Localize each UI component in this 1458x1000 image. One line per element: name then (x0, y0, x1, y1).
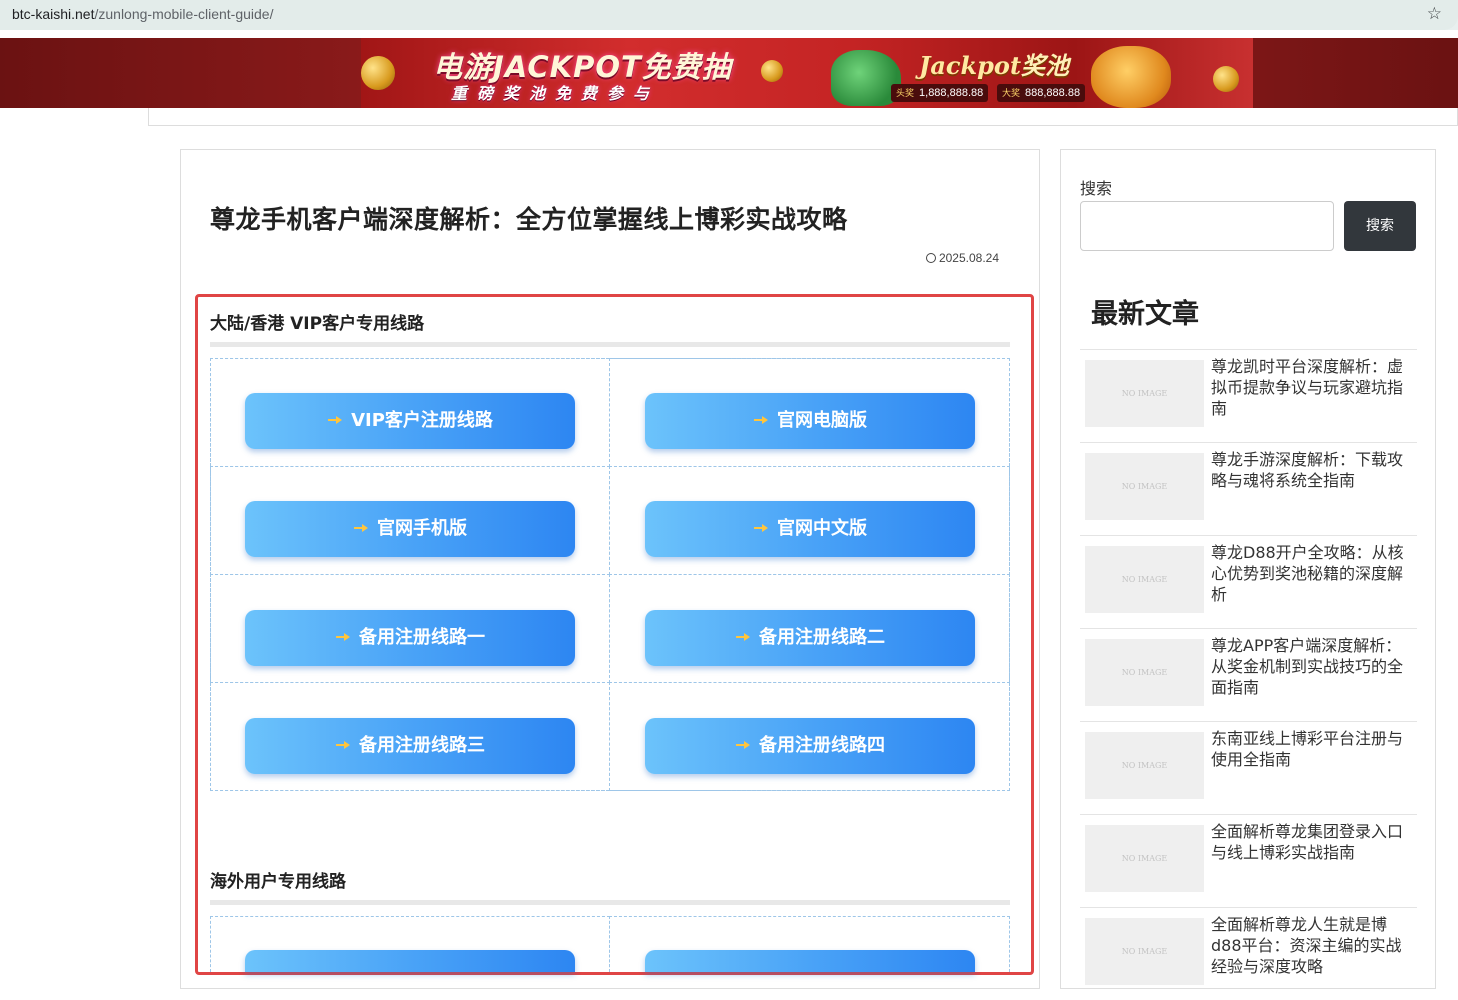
browser-address-bar[interactable]: btc-kaishi.net/zunlong-mobile-client-gui… (0, 0, 1458, 30)
vip-register-button[interactable]: VIP客户注册线路 (245, 393, 575, 449)
jackpot-cn-label: 奖池 (1021, 51, 1070, 80)
search-input[interactable] (1080, 201, 1334, 251)
post-title-link[interactable]: 东南亚线上博彩平台注册与使用全指南 (1211, 728, 1411, 770)
recent-post-item[interactable]: NO IMAGE 尊龙凯时平台深度解析：虚拟币提款争议与玩家避坑指南 (1080, 349, 1417, 442)
mobile-site-button[interactable]: 官网手机版 (245, 501, 575, 557)
post-thumbnail[interactable]: NO IMAGE (1085, 453, 1204, 520)
jackpot-logo: Jackpot奖池 (919, 46, 1069, 81)
post-title-link[interactable]: 尊龙凯时平台深度解析：虚拟币提款争议与玩家避坑指南 (1211, 356, 1411, 419)
pool-tag: 头奖 (896, 88, 915, 98)
star-icon[interactable]: ☆ (1427, 4, 1442, 24)
backup-line-4-button[interactable]: 备用注册线路四 (645, 718, 975, 774)
banner-subtitle: 重磅奖池免费参与 (451, 84, 660, 103)
overseas-link-button[interactable] (245, 950, 575, 972)
jackpot-label: Jackpot (919, 51, 1022, 80)
promo-banner-image[interactable]: 电游JACKPOT免费抽 重磅奖池免费参与 Jackpot奖池 头奖 1,888,… (361, 38, 1253, 108)
recent-posts-heading: 最新文章 (1091, 299, 1199, 330)
button-label: 官网手机版 (377, 518, 467, 539)
recent-post-item[interactable]: NO IMAGE 尊龙手游深度解析：下载攻略与魂将系统全指南 (1080, 442, 1417, 535)
button-label: 备用注册线路四 (759, 735, 885, 756)
button-label: 官网电脑版 (777, 410, 867, 431)
post-thumbnail[interactable]: NO IMAGE (1085, 732, 1204, 799)
section-title-overseas: 海外用户专用线路 (210, 872, 346, 892)
pointing-hand-icon (328, 416, 343, 424)
jackpot-pool-1: 头奖 1,888,888.88 (891, 84, 989, 102)
promo-banner[interactable]: 电游JACKPOT免费抽 重磅奖池免费参与 Jackpot奖池 头奖 1,888,… (0, 38, 1458, 108)
recent-post-item[interactable]: NO IMAGE 全面解析尊龙集团登录入口与线上博彩实战指南 (1080, 814, 1417, 907)
recent-post-item[interactable]: NO IMAGE 尊龙APP客户端深度解析：从奖金机制到实战技巧的全面指南 (1080, 628, 1417, 721)
overseas-link-button[interactable] (645, 950, 975, 972)
url-path: /zunlong-mobile-client-guide/ (94, 6, 274, 22)
pointing-hand-icon (754, 524, 768, 532)
post-title-link[interactable]: 全面解析尊龙集团登录入口与线上博彩实战指南 (1211, 821, 1411, 863)
article-date: 2025.08.24 (925, 251, 999, 265)
url-text[interactable]: btc-kaishi.net/zunlong-mobile-client-gui… (12, 6, 273, 22)
post-thumbnail[interactable]: NO IMAGE (1085, 360, 1204, 427)
pointing-hand-icon (354, 524, 368, 532)
nav-bar-remnant (148, 108, 1458, 126)
backup-line-2-button[interactable]: 备用注册线路二 (645, 610, 975, 666)
coin-decoration (761, 60, 783, 82)
post-thumbnail[interactable]: NO IMAGE (1085, 825, 1204, 892)
pointing-hand-icon (736, 633, 750, 641)
pointing-hand-icon (754, 416, 768, 424)
section-divider (210, 900, 1010, 905)
coin-decoration (1213, 66, 1239, 92)
recent-post-item[interactable]: NO IMAGE 东南亚线上博彩平台注册与使用全指南 (1080, 721, 1417, 814)
pool-value: 888,888.88 (1025, 87, 1081, 99)
button-label: 官网中文版 (777, 518, 867, 539)
section-divider (210, 342, 1010, 347)
pointing-hand-icon (336, 633, 350, 641)
post-title-link[interactable]: 全面解析尊龙人生就是博d88平台：资深主编的实战经验与深度攻略 (1211, 914, 1411, 977)
pointing-hand-icon (736, 741, 750, 749)
recent-post-item[interactable]: NO IMAGE 全面解析尊龙人生就是博d88平台：资深主编的实战经验与深度攻略 (1080, 907, 1417, 1000)
search-label: 搜索 (1080, 179, 1113, 198)
jackpot-pool-2: 大奖 888,888.88 (997, 84, 1086, 102)
button-label: VIP客户注册线路 (351, 410, 493, 431)
article-date-text: 2025.08.24 (938, 251, 999, 265)
sidebar: 搜索 搜索 最新文章 NO IMAGE 尊龙凯时平台深度解析：虚拟币提款争议与玩… (1060, 149, 1436, 989)
coin-decoration (361, 56, 395, 90)
desktop-site-button[interactable]: 官网电脑版 (645, 393, 975, 449)
pool-value: 1,888,888.88 (919, 87, 984, 99)
post-title-link[interactable]: 尊龙APP客户端深度解析：从奖金机制到实战技巧的全面指南 (1211, 635, 1411, 698)
post-thumbnail[interactable]: NO IMAGE (1085, 639, 1204, 706)
button-label: 备用注册线路一 (359, 627, 485, 648)
url-host: btc-kaishi.net (12, 6, 95, 22)
article-title: 尊龙手机客户端深度解析：全方位掌握线上博彩实战攻略 (210, 205, 848, 234)
button-label: 备用注册线路二 (759, 627, 885, 648)
pool-tag: 大奖 (1002, 88, 1021, 98)
backup-line-1-button[interactable]: 备用注册线路一 (245, 610, 575, 666)
recent-post-item[interactable]: NO IMAGE 尊龙D88开户全攻略：从核心优势到奖池秘籍的深度解析 (1080, 535, 1417, 628)
pointing-hand-icon (336, 741, 350, 749)
post-thumbnail[interactable]: NO IMAGE (1085, 546, 1204, 613)
chinese-site-button[interactable]: 官网中文版 (645, 501, 975, 557)
clock-icon (925, 253, 936, 263)
post-title-link[interactable]: 尊龙手游深度解析：下载攻略与魂将系统全指南 (1211, 449, 1411, 491)
backup-line-3-button[interactable]: 备用注册线路三 (245, 718, 575, 774)
section-title-vip: 大陆/香港 VIP客户专用线路 (210, 314, 425, 334)
tiger-illustration (1091, 46, 1171, 108)
search-button[interactable]: 搜索 (1344, 201, 1416, 251)
post-title-link[interactable]: 尊龙D88开户全攻略：从核心优势到奖池秘籍的深度解析 (1211, 542, 1411, 605)
button-label: 备用注册线路三 (359, 735, 485, 756)
